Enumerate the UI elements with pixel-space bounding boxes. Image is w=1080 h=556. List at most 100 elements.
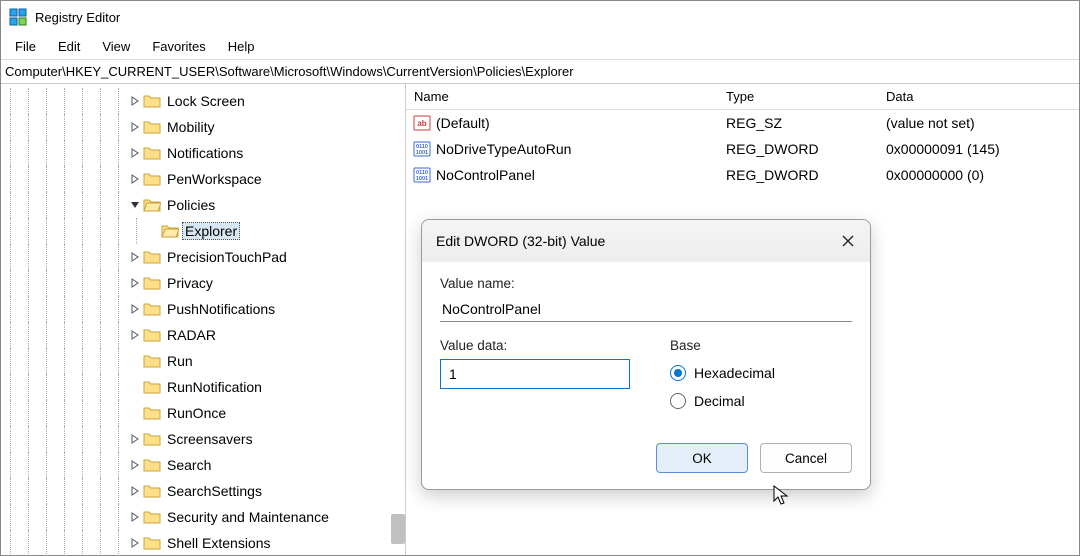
folder-icon: [143, 535, 161, 551]
tree-item[interactable]: Privacy: [1, 270, 405, 296]
tree-item[interactable]: Security and Maintenance: [1, 504, 405, 530]
folder-icon: [143, 353, 161, 369]
address-path: Computer\HKEY_CURRENT_USER\Software\Micr…: [5, 64, 574, 79]
tree-item-label: Lock Screen: [167, 93, 245, 109]
folder-open-icon: [143, 197, 161, 213]
column-type[interactable]: Type: [726, 89, 886, 104]
tree-item[interactable]: Notifications: [1, 140, 405, 166]
expander-empty: [145, 223, 161, 239]
value-type: REG_SZ: [726, 115, 886, 131]
tree-item-label: Notifications: [167, 145, 243, 161]
value-name: NoDriveTypeAutoRun: [436, 141, 726, 157]
tree-item[interactable]: RunNotification: [1, 374, 405, 400]
chevron-right-icon[interactable]: [127, 535, 143, 551]
tree-item-label: RunNotification: [167, 379, 262, 395]
tree-item[interactable]: Mobility: [1, 114, 405, 140]
tree-item-label: SearchSettings: [167, 483, 262, 499]
value-row[interactable]: ab (Default)REG_SZ(value not set): [406, 110, 1079, 136]
menu-help[interactable]: Help: [218, 36, 265, 57]
reg-string-icon: ab: [412, 113, 432, 133]
folder-icon: [143, 145, 161, 161]
menu-edit[interactable]: Edit: [48, 36, 90, 57]
tree-item-label: Mobility: [167, 119, 214, 135]
folder-icon: [143, 509, 161, 525]
folder-open-icon: [161, 223, 179, 239]
reg-dword-icon: 01101001: [412, 165, 432, 185]
ok-button[interactable]: OK: [656, 443, 748, 473]
tree-item[interactable]: PushNotifications: [1, 296, 405, 322]
tree-panel[interactable]: Lock Screen Mobility Notifications PenWorks…: [1, 84, 406, 555]
column-name[interactable]: Name: [406, 89, 726, 104]
tree-item[interactable]: RADAR: [1, 322, 405, 348]
svg-text:1001: 1001: [416, 150, 428, 156]
menu-file[interactable]: File: [5, 36, 46, 57]
tree-item-label: PenWorkspace: [167, 171, 262, 187]
tree-item-label: Shell Extensions: [167, 535, 271, 551]
tree-item[interactable]: Lock Screen: [1, 88, 405, 114]
radio-icon: [670, 393, 686, 409]
tree-item-label: Search: [167, 457, 211, 473]
edit-dword-dialog: Edit DWORD (32-bit) Value Value name: Va…: [421, 219, 871, 490]
chevron-right-icon[interactable]: [127, 119, 143, 135]
chevron-right-icon[interactable]: [127, 431, 143, 447]
chevron-right-icon[interactable]: [127, 301, 143, 317]
value-name-label: Value name:: [440, 276, 852, 291]
value-data: (value not set): [886, 115, 1079, 131]
tree-item[interactable]: RunOnce: [1, 400, 405, 426]
value-data-input[interactable]: [440, 359, 630, 389]
tree-item-label: PushNotifications: [167, 301, 275, 317]
tree-item-label: RADAR: [167, 327, 216, 343]
chevron-right-icon[interactable]: [127, 457, 143, 473]
dialog-titlebar[interactable]: Edit DWORD (32-bit) Value: [422, 220, 870, 262]
dialog-title: Edit DWORD (32-bit) Value: [436, 233, 605, 249]
expander-empty: [127, 405, 143, 421]
value-row[interactable]: 01101001NoControlPanelREG_DWORD0x0000000…: [406, 162, 1079, 188]
menu-favorites[interactable]: Favorites: [142, 36, 215, 57]
tree-item[interactable]: PrecisionTouchPad: [1, 244, 405, 270]
folder-icon: [143, 249, 161, 265]
reg-dword-icon: 01101001: [412, 139, 432, 159]
window-title: Registry Editor: [35, 10, 120, 25]
chevron-right-icon[interactable]: [127, 275, 143, 291]
chevron-right-icon[interactable]: [127, 249, 143, 265]
tree-item[interactable]: Search: [1, 452, 405, 478]
folder-icon: [143, 119, 161, 135]
menubar: File Edit View Favorites Help: [1, 33, 1079, 59]
expander-empty: [127, 379, 143, 395]
column-data[interactable]: Data: [886, 89, 1079, 104]
tree-item-label: RunOnce: [167, 405, 226, 421]
tree-scrollbar[interactable]: [391, 514, 405, 544]
chevron-right-icon[interactable]: [127, 483, 143, 499]
tree-item[interactable]: Screensavers: [1, 426, 405, 452]
tree-item[interactable]: Policies: [1, 192, 405, 218]
chevron-right-icon[interactable]: [127, 171, 143, 187]
tree-item[interactable]: SearchSettings: [1, 478, 405, 504]
value-name: (Default): [436, 115, 726, 131]
radio-decimal[interactable]: Decimal: [670, 387, 852, 415]
tree-item-label: Run: [167, 353, 193, 369]
value-name: NoControlPanel: [436, 167, 726, 183]
base-label: Base: [670, 338, 852, 353]
folder-icon: [143, 405, 161, 421]
tree-item[interactable]: PenWorkspace: [1, 166, 405, 192]
close-icon[interactable]: [840, 233, 856, 249]
cancel-button[interactable]: Cancel: [760, 443, 852, 473]
folder-icon: [143, 457, 161, 473]
value-type: REG_DWORD: [726, 167, 886, 183]
address-bar[interactable]: Computer\HKEY_CURRENT_USER\Software\Micr…: [1, 59, 1079, 84]
chevron-right-icon[interactable]: [127, 327, 143, 343]
titlebar: Registry Editor: [1, 1, 1079, 33]
svg-text:1001: 1001: [416, 176, 428, 182]
tree-item[interactable]: Run: [1, 348, 405, 374]
radio-hexadecimal[interactable]: Hexadecimal: [670, 359, 852, 387]
value-row[interactable]: 01101001NoDriveTypeAutoRunREG_DWORD0x000…: [406, 136, 1079, 162]
svg-text:ab: ab: [417, 119, 426, 128]
radio-icon: [670, 365, 686, 381]
chevron-right-icon[interactable]: [127, 93, 143, 109]
tree-item[interactable]: Shell Extensions: [1, 530, 405, 555]
menu-view[interactable]: View: [92, 36, 140, 57]
chevron-right-icon[interactable]: [127, 145, 143, 161]
chevron-right-icon[interactable]: [127, 509, 143, 525]
chevron-down-icon[interactable]: [127, 197, 143, 213]
tree-item[interactable]: Explorer: [1, 218, 405, 244]
